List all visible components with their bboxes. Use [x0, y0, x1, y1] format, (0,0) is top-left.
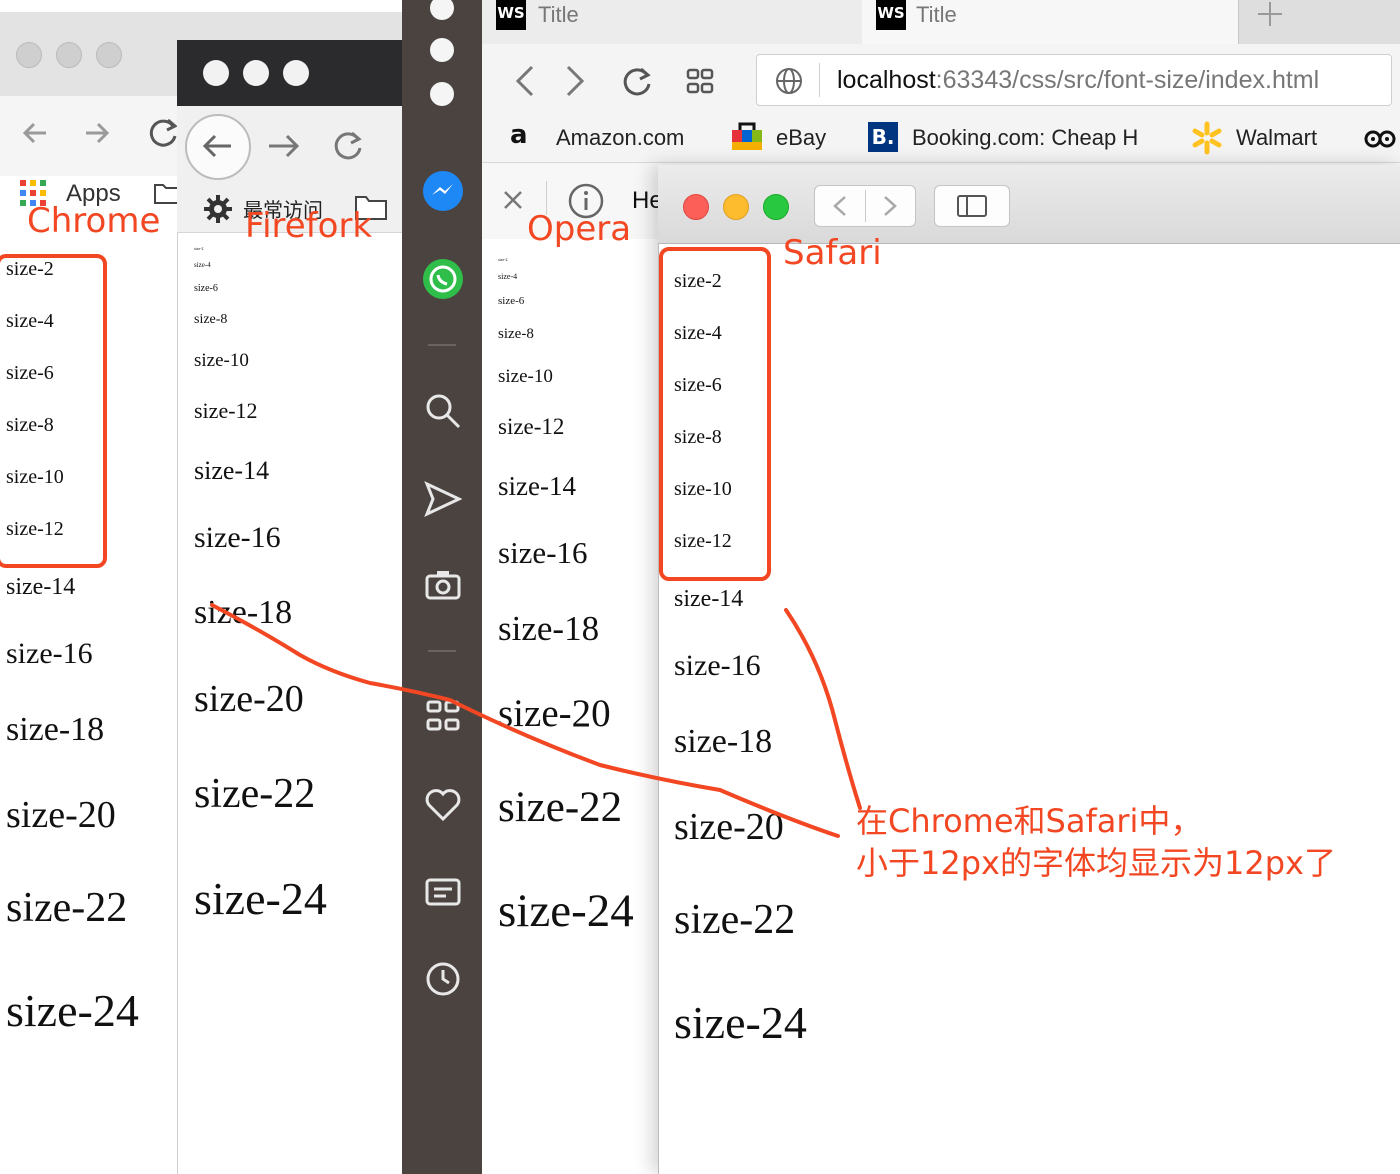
annotation-line-2: 小于12px的字体均显示为12px了	[856, 844, 1336, 882]
annotation-lines	[210, 603, 862, 838]
annotation-note: 在Chrome和Safari中， 小于12px的字体均显示为12px了	[856, 800, 1336, 884]
annotation-line-1: 在Chrome和Safari中，	[856, 802, 1203, 840]
annotation-arrow-firefox	[210, 603, 840, 838]
annotation-arrow-safari	[784, 608, 862, 810]
